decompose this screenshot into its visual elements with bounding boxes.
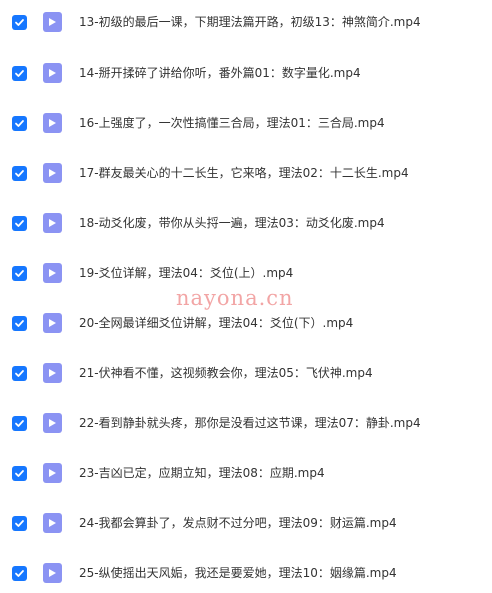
checkmark-icon	[15, 319, 24, 327]
file-row[interactable]: 23-吉凶已定，应期立知，理法08：应期.mp4	[0, 453, 492, 493]
checkmark-icon	[15, 69, 24, 77]
checkmark-icon	[15, 419, 24, 427]
checkbox[interactable]	[12, 14, 27, 30]
checkbox[interactable]	[12, 215, 27, 231]
video-file-icon	[43, 363, 62, 383]
checkbox[interactable]	[12, 115, 27, 131]
checkbox[interactable]	[12, 315, 27, 331]
checkbox[interactable]	[12, 65, 27, 81]
file-name: 20-全网最详细爻位讲解，理法04：爻位(下）.mp4	[79, 316, 354, 330]
file-name: 19-爻位详解，理法04：爻位(上）.mp4	[79, 266, 294, 280]
checkbox[interactable]	[12, 165, 27, 181]
file-row[interactable]: 14-掰开揉碎了讲给你听，番外篇01：数字量化.mp4	[0, 53, 492, 93]
file-name: 14-掰开揉碎了讲给你听，番外篇01：数字量化.mp4	[79, 66, 361, 80]
file-row[interactable]: 16-上强度了，一次性搞懂三合局，理法01：三合局.mp4	[0, 103, 492, 143]
video-file-icon	[43, 413, 62, 433]
file-row[interactable]: 13-初级的最后一课，下期理法篇开路，初级13：神煞简介.mp4	[0, 2, 492, 42]
file-name: 21-伏神看不懂，这视频教会你，理法05：飞伏神.mp4	[79, 366, 373, 380]
checkmark-icon	[15, 169, 24, 177]
video-file-icon	[43, 163, 62, 183]
file-name: 17-群友最关心的十二长生，它来咯，理法02：十二长生.mp4	[79, 166, 409, 180]
video-file-icon	[43, 213, 62, 233]
file-row[interactable]: 18-动爻化废，带你从头捋一遍，理法03：动爻化废.mp4	[0, 203, 492, 243]
file-row[interactable]: 21-伏神看不懂，这视频教会你，理法05：飞伏神.mp4	[0, 353, 492, 393]
file-row[interactable]: 24-我都会算卦了，发点财不过分吧，理法09：财运篇.mp4	[0, 503, 492, 543]
file-name: 25-纵使摇出天风姤，我还是要爱她，理法10：姻缘篇.mp4	[79, 566, 397, 580]
video-file-icon	[43, 63, 62, 83]
file-name: 13-初级的最后一课，下期理法篇开路，初级13：神煞简介.mp4	[79, 15, 421, 29]
video-file-icon	[43, 113, 62, 133]
checkmark-icon	[15, 219, 24, 227]
file-name: 24-我都会算卦了，发点财不过分吧，理法09：财运篇.mp4	[79, 516, 397, 530]
file-row[interactable]: 17-群友最关心的十二长生，它来咯，理法02：十二长生.mp4	[0, 153, 492, 193]
checkbox[interactable]	[12, 515, 27, 531]
file-row[interactable]: 25-纵使摇出天风姤，我还是要爱她，理法10：姻缘篇.mp4	[0, 553, 492, 593]
file-name: 22-看到静卦就头疼，那你是没看过这节课，理法07：静卦.mp4	[79, 416, 421, 430]
checkmark-icon	[15, 369, 24, 377]
checkmark-icon	[15, 18, 24, 26]
video-file-icon	[43, 563, 62, 583]
video-file-icon	[43, 513, 62, 533]
file-name: 18-动爻化废，带你从头捋一遍，理法03：动爻化废.mp4	[79, 216, 385, 230]
video-file-icon	[43, 313, 62, 333]
watermark: nayona.cn	[176, 286, 294, 310]
video-file-icon	[43, 263, 62, 283]
video-file-icon	[43, 463, 62, 483]
video-file-icon	[43, 12, 62, 32]
file-row[interactable]: 22-看到静卦就头疼，那你是没看过这节课，理法07：静卦.mp4	[0, 403, 492, 443]
checkbox[interactable]	[12, 365, 27, 381]
file-name: 16-上强度了，一次性搞懂三合局，理法01：三合局.mp4	[79, 116, 385, 130]
checkmark-icon	[15, 569, 24, 577]
checkbox[interactable]	[12, 415, 27, 431]
checkmark-icon	[15, 469, 24, 477]
checkmark-icon	[15, 119, 24, 127]
checkbox[interactable]	[12, 465, 27, 481]
checkmark-icon	[15, 519, 24, 527]
checkbox[interactable]	[12, 565, 27, 581]
file-name: 23-吉凶已定，应期立知，理法08：应期.mp4	[79, 466, 325, 480]
checkbox[interactable]	[12, 265, 27, 281]
checkmark-icon	[15, 269, 24, 277]
